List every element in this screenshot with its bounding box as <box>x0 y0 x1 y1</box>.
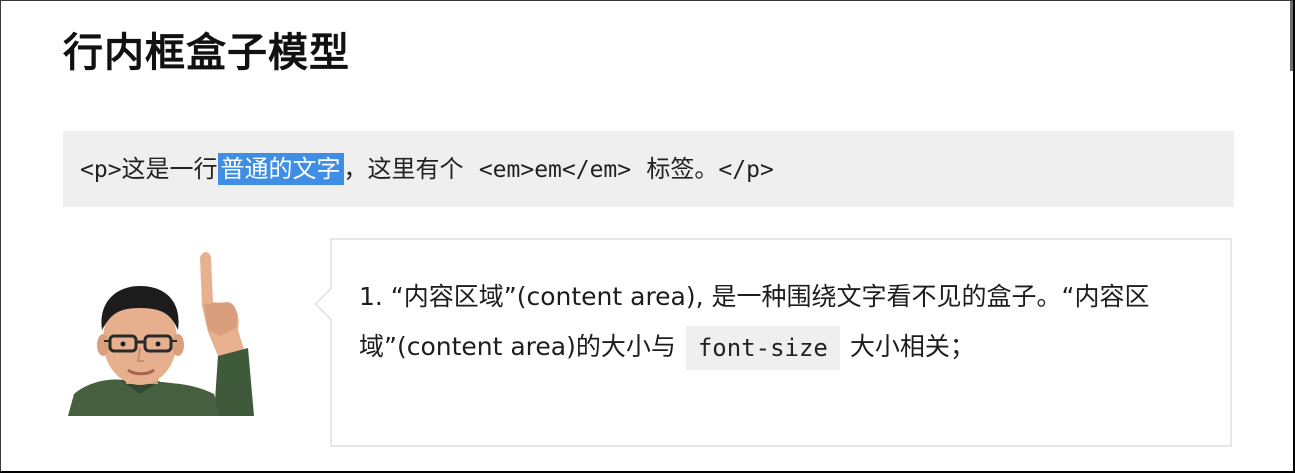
code-example-bar: <p>这是一行 普通的文字 ，这里有个 <em>em</em> 标签。</p> <box>63 131 1234 207</box>
font-size-code: font-size <box>685 326 840 370</box>
code-example-line: <p>这是一行 普通的文字 ，这里有个 <em>em</em> 标签。</p> <box>80 150 774 189</box>
callout-pointer <box>314 287 348 321</box>
plain-text-segment-2: ，这里有个 <box>343 155 464 183</box>
presenter-photo <box>68 244 254 416</box>
selected-text[interactable]: 普通的文字 <box>217 153 344 185</box>
slide-title: 行内框盒子模型 <box>63 30 350 76</box>
em-tag: <em>em</em> <box>478 157 632 183</box>
scrollbar[interactable] <box>1290 1 1293 71</box>
explanation-callout: 1. “内容区域”(content area), 是一种围绕文字看不见的盒子。“… <box>314 238 1232 447</box>
callout-text: 1. “内容区域”(content area), 是一种围绕文字看不见的盒子。“… <box>359 272 1199 372</box>
plain-text-segment: 这是一行 <box>121 155 218 183</box>
slide: 行内框盒子模型 <p>这是一行 普通的文字 ，这里有个 <em>em</em> 标签… <box>0 0 1293 471</box>
p-open-tag: <p> <box>80 157 122 183</box>
plain-text-segment-3: 标签。 <box>646 155 719 183</box>
p-close-tag: </p> <box>718 157 774 183</box>
callout-text-part-2: 大小相关； <box>849 332 975 361</box>
